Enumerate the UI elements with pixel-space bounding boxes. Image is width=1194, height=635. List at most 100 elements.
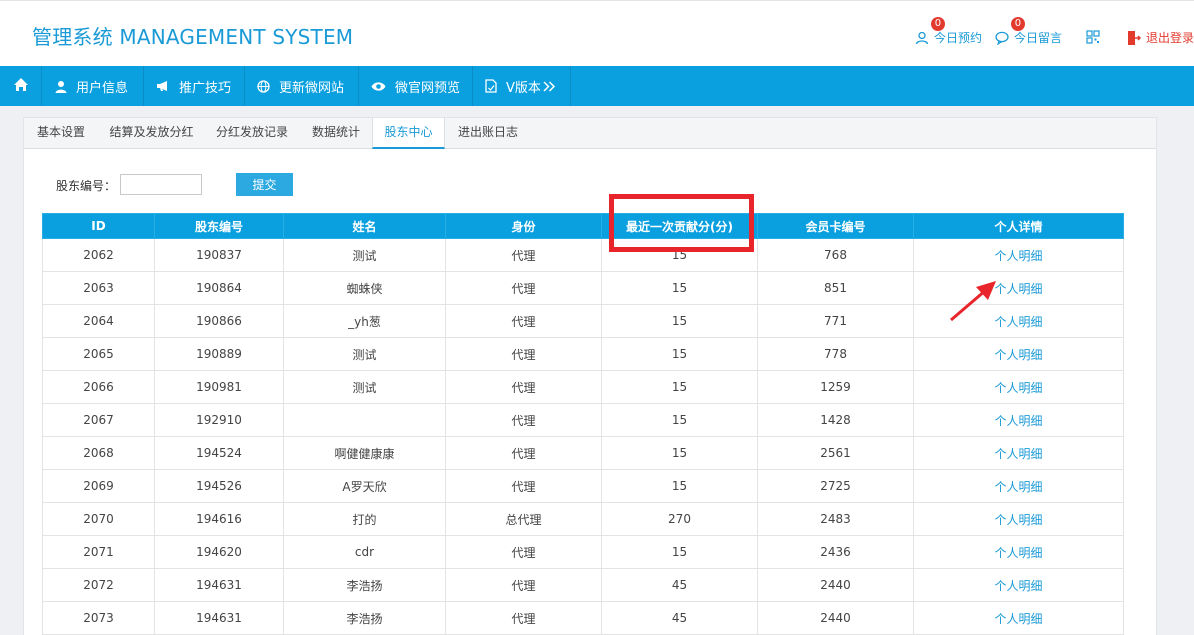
cell-col-id: 2067: [42, 403, 155, 437]
cell-col-recent-contribution: 15: [601, 436, 758, 470]
header-col-role: 身份: [445, 213, 602, 239]
personal-details-link[interactable]: 个人明细: [913, 535, 1124, 569]
eye-icon: [371, 81, 386, 92]
cell-col-id: 2063: [42, 271, 155, 305]
cell-col-id: 2073: [42, 601, 155, 635]
personal-details-link[interactable]: 个人明细: [913, 238, 1124, 272]
cell-col-recent-contribution: 15: [601, 370, 758, 404]
shareholder-id-input[interactable]: [120, 174, 202, 195]
messages-label: 今日留言: [1013, 31, 1062, 45]
cell-col-shareholder-id: 194616: [154, 502, 284, 536]
nav-site-preview[interactable]: 微官网预览: [359, 66, 473, 106]
appointments-badge: 0: [930, 17, 945, 31]
cell-col-role: 代理: [445, 601, 602, 635]
table-row: 2062 190837 测试 代理 15 768 个人明细: [42, 238, 1124, 272]
tab-shareholder-center[interactable]: 股东中心: [372, 118, 445, 149]
tab-account-log[interactable]: 进出账日志: [447, 118, 529, 149]
appointments-label: 今日预约: [933, 31, 982, 45]
cell-col-recent-contribution: 15: [601, 304, 758, 338]
cell-col-role: 代理: [445, 370, 602, 404]
cell-col-member-card: 2436: [757, 535, 914, 569]
tab-statistics[interactable]: 数据统计: [301, 118, 371, 149]
cell-col-member-card: 2561: [757, 436, 914, 470]
personal-details-link[interactable]: 个人明细: [913, 568, 1124, 602]
cell-col-name: cdr: [283, 535, 446, 569]
personal-details-link[interactable]: 个人明细: [913, 271, 1124, 305]
cell-col-shareholder-id: 194631: [154, 601, 284, 635]
main-navbar: 用户信息 推广技巧 更新微网站 微官网预览 V版本: [0, 66, 1194, 106]
cell-col-shareholder-id: 190864: [154, 271, 284, 305]
cell-col-role: 代理: [445, 403, 602, 437]
nav-user-info[interactable]: 用户信息: [42, 66, 144, 106]
cell-col-id: 2070: [42, 502, 155, 536]
personal-details-link[interactable]: 个人明细: [913, 469, 1124, 503]
table-row: 2072 194631 李浩扬 代理 45 2440 个人明细: [42, 568, 1124, 602]
personal-details-link[interactable]: 个人明细: [913, 304, 1124, 338]
cell-col-name: 打的: [283, 502, 446, 536]
globe-icon: [257, 79, 270, 93]
cell-col-role: 代理: [445, 238, 602, 272]
personal-details-link[interactable]: 个人明细: [913, 370, 1124, 404]
cell-col-id: 2064: [42, 304, 155, 338]
cell-col-member-card: 778: [757, 337, 914, 371]
cell-col-shareholder-id: 190866: [154, 304, 284, 338]
nav-promo-tips[interactable]: 推广技巧: [144, 66, 245, 106]
today-messages-link[interactable]: 0 今日留言: [995, 17, 1062, 46]
personal-details-link[interactable]: 个人明细: [913, 601, 1124, 635]
user-icon: [55, 80, 67, 93]
logout-button[interactable]: 退出登录: [1127, 29, 1194, 46]
cell-col-name: 蜘蛛侠: [283, 271, 446, 305]
qrcode-button[interactable]: [1086, 30, 1100, 44]
personal-details-link[interactable]: 个人明细: [913, 337, 1124, 371]
table-header-row: ID 股东编号 姓名 身份 最近一次贡献分(分) 会员卡编号 个人详情: [42, 213, 1124, 239]
header-col-shareholder-id: 股东编号: [154, 213, 284, 239]
cell-col-shareholder-id: 192910: [154, 403, 284, 437]
nav-site-preview-label: 微官网预览: [395, 80, 461, 96]
cell-col-member-card: 2440: [757, 568, 914, 602]
cell-col-member-card: 2483: [757, 502, 914, 536]
nav-version[interactable]: V版本: [473, 66, 571, 106]
cell-col-id: 2065: [42, 337, 155, 371]
nav-update-site[interactable]: 更新微网站: [245, 66, 359, 106]
cell-col-member-card: 851: [757, 271, 914, 305]
cell-col-shareholder-id: 190981: [154, 370, 284, 404]
header-col-member-card: 会员卡编号: [757, 213, 914, 239]
header-col-name: 姓名: [283, 213, 446, 239]
nav-user-info-label: 用户信息: [76, 80, 129, 96]
cell-col-role: 总代理: [445, 502, 602, 536]
table-row: 2071 194620 cdr 代理 15 2436 个人明细: [42, 535, 1124, 569]
messages-badge: 0: [1010, 17, 1025, 31]
today-appointments-link[interactable]: 0 今日预约: [915, 17, 982, 46]
tab-bar: 基本设置 结算及发放分红 分红发放记录 数据统计 股东中心 进出账日志: [24, 118, 1156, 149]
table-row: 2069 194526 A罗天欣 代理 15 2725 个人明细: [42, 469, 1124, 503]
tab-settlement-dividends[interactable]: 结算及发放分红: [97, 118, 206, 149]
table-row: 2070 194616 打的 总代理 270 2483 个人明细: [42, 502, 1124, 536]
personal-details-link[interactable]: 个人明细: [913, 403, 1124, 437]
table-row: 2068 194524 啊健健康康 代理 15 2561 个人明细: [42, 436, 1124, 470]
cell-col-recent-contribution: 15: [601, 535, 758, 569]
personal-details-link[interactable]: 个人明细: [913, 436, 1124, 470]
cell-col-role: 代理: [445, 337, 602, 371]
cell-col-role: 代理: [445, 568, 602, 602]
submit-button[interactable]: 提交: [236, 173, 293, 196]
tab-dividend-records[interactable]: 分红发放记录: [207, 118, 297, 149]
cell-col-recent-contribution: 15: [601, 403, 758, 437]
tab-basic-settings[interactable]: 基本设置: [26, 118, 96, 149]
personal-details-link[interactable]: 个人明细: [913, 502, 1124, 536]
cell-col-role: 代理: [445, 304, 602, 338]
cell-col-id: 2062: [42, 238, 155, 272]
cell-col-shareholder-id: 190837: [154, 238, 284, 272]
logout-label: 退出登录: [1145, 31, 1194, 45]
table-row: 2066 190981 测试 代理 15 1259 个人明细: [42, 370, 1124, 404]
header-col-details: 个人详情: [913, 213, 1124, 239]
table-row: 2067 192910 代理 15 1428 个人明细: [42, 403, 1124, 437]
nav-version-label: V版本: [506, 80, 541, 96]
table-row: 2065 190889 测试 代理 15 778 个人明细: [42, 337, 1124, 371]
chat-bubble-icon: [995, 31, 1009, 45]
cell-col-id: 2066: [42, 370, 155, 404]
table-row: 2073 194631 李浩扬 代理 45 2440 个人明细: [42, 601, 1124, 635]
nav-home[interactable]: [0, 66, 42, 106]
shareholder-table: ID 股东编号 姓名 身份 最近一次贡献分(分) 会员卡编号 个人详情 2062 190837…: [42, 213, 1124, 635]
cell-col-shareholder-id: 190889: [154, 337, 284, 371]
qrcode-icon: [1086, 30, 1100, 44]
